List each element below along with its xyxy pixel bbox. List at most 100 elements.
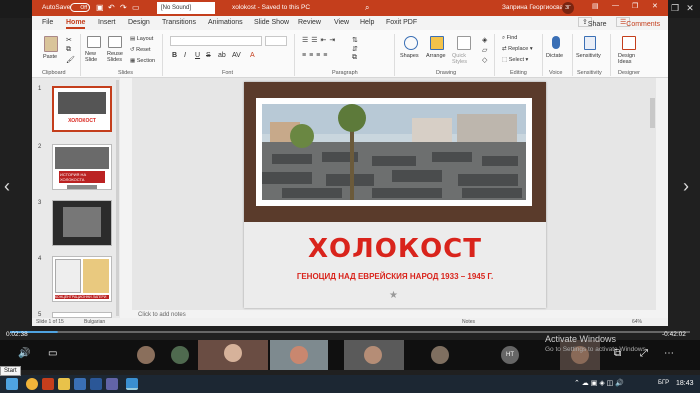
participant-tile [426, 340, 454, 370]
windows-start-icon[interactable] [6, 378, 18, 390]
select-button[interactable]: ⬚ Select ▾ [502, 57, 528, 63]
tab-view[interactable]: View [334, 19, 349, 26]
paste-icon[interactable] [44, 36, 58, 52]
smartart-icon[interactable]: ⧉ [352, 54, 357, 62]
bold-button[interactable]: B [172, 52, 177, 59]
design-ideas-label[interactable]: Design Ideas [618, 53, 642, 65]
autosave-toggle[interactable]: Off [70, 3, 90, 12]
tab-home[interactable]: Home [66, 19, 86, 29]
sensitivity-icon[interactable] [584, 36, 596, 50]
italic-button[interactable]: I [184, 52, 186, 59]
shapes-icon[interactable] [404, 36, 418, 50]
next-arrow-icon[interactable]: › [683, 176, 689, 197]
list-buttons[interactable]: ☰☰⇤⇥ [302, 36, 338, 44]
reset-button[interactable]: ↺ Reset [130, 47, 151, 53]
quick-styles-label[interactable]: Quick Styles [452, 53, 478, 65]
tab-file[interactable]: File [42, 19, 53, 26]
present-icon[interactable]: ▭ [132, 3, 140, 12]
strikethrough-button[interactable]: S [206, 52, 211, 59]
tab-foxit-pdf[interactable]: Foxit PDF [386, 19, 417, 26]
teams-icon[interactable] [106, 378, 118, 390]
tab-design[interactable]: Design [128, 19, 150, 26]
design-ideas-icon[interactable] [622, 36, 636, 50]
slide-subtitle[interactable]: ГЕНОЦИД НАД ЕВРЕЙСКИЯ НАРОД 1933 – 1945 … [244, 272, 546, 281]
layout-button[interactable]: ▤ Layout [130, 36, 153, 42]
tab-transitions[interactable]: Transitions [162, 19, 196, 26]
thumbnail-slide-4[interactable]: КОНЦЕНТРАЦИОННИ ЛАГЕРИ [52, 256, 112, 302]
tab-slide-show[interactable]: Slide Show [254, 19, 289, 26]
user-avatar[interactable]: ЗГ [562, 2, 574, 14]
slide-title[interactable]: ХОЛОКОСТ [244, 234, 546, 264]
char-spacing-button[interactable]: AV [232, 52, 241, 59]
more-icon[interactable]: ⋯ [664, 348, 674, 359]
font-size-box[interactable] [265, 36, 287, 46]
font-color-icon[interactable]: A [250, 52, 255, 59]
outlook-icon[interactable] [74, 378, 86, 390]
thumbnail-slide-3[interactable] [52, 200, 112, 246]
shape-fill-icon[interactable]: ◈ [482, 36, 487, 44]
dictate-label[interactable]: Dictate [546, 53, 563, 59]
thumbnail-slide-1[interactable]: ХОЛОКОСТ [52, 86, 112, 132]
new-slide-label[interactable]: New Slide [85, 51, 107, 63]
arrange-label[interactable]: Arrange [426, 53, 446, 59]
cut-icon[interactable]: ✂ [66, 36, 72, 44]
underline-button[interactable]: U [195, 52, 200, 59]
align-buttons[interactable]: ≡≡≡≡ [302, 52, 330, 59]
thumb-scrollbar[interactable] [116, 80, 119, 316]
tab-insert[interactable]: Insert [98, 19, 116, 26]
microphone-icon[interactable] [552, 36, 560, 49]
close-icon[interactable]: ✕ [685, 3, 695, 13]
thumbnail-slide-2[interactable]: ИСТОРИЯ НА ХОЛОКОСТА [52, 144, 112, 190]
shape-outline-icon[interactable]: ▱ [482, 46, 487, 54]
participant-video [344, 340, 404, 370]
video-progress[interactable] [0, 321, 700, 333]
section-button[interactable]: ▦ Section [130, 58, 155, 64]
new-slide-icon[interactable] [87, 36, 101, 48]
comments-button[interactable]: ☰ Comments [616, 17, 660, 28]
shadow-button[interactable]: ab [218, 52, 226, 59]
window-restore-icon[interactable]: ❐ [632, 2, 638, 10]
copy-icon[interactable]: ⧉ [66, 46, 71, 54]
file-explorer-icon[interactable] [58, 378, 70, 390]
title-bar: AutoSave Off ▣ ↶ ↷ ▭ [No Sound] xolokost… [32, 0, 668, 16]
replace-button[interactable]: ⇄ Replace ▾ [502, 46, 533, 52]
text-direction-icon[interactable]: ⇅ [352, 36, 358, 44]
reuse-slides-label[interactable]: Reuse Slides [107, 51, 129, 63]
find-button[interactable]: ⌕ Find [502, 35, 517, 42]
reuse-slides-icon[interactable] [108, 36, 122, 48]
sound-select[interactable]: [No Sound] [157, 2, 215, 14]
input-language[interactable]: БГР [658, 380, 669, 386]
align-text-icon[interactable]: ⇵ [352, 45, 358, 53]
tab-animations[interactable]: Animations [208, 19, 243, 26]
tab-review[interactable]: Review [298, 19, 321, 26]
search-icon[interactable]: ⌕ [365, 3, 369, 13]
media-player-icon[interactable] [126, 378, 138, 390]
sensitivity-label[interactable]: Sensitivity [576, 53, 601, 59]
share-button[interactable]: ⇪ Share [578, 17, 607, 28]
tray-icons[interactable]: ⌃ ☁ ▣ ◈ ◫ 🔊 [574, 379, 624, 387]
shapes-label[interactable]: Shapes [400, 53, 419, 59]
redo-icon[interactable]: ↷ [120, 3, 127, 12]
group-designer-label: Designer [618, 70, 641, 76]
volume-icon[interactable]: 🔊 [18, 348, 30, 359]
word-icon[interactable] [90, 378, 102, 390]
chrome-icon[interactable] [26, 378, 38, 390]
clock[interactable]: 18:43 [676, 380, 694, 387]
arrange-icon[interactable] [430, 36, 444, 50]
shape-effects-icon[interactable]: ◇ [482, 56, 487, 64]
window-minimize-icon[interactable]: — [612, 2, 619, 9]
window-close-icon[interactable]: ✕ [652, 2, 658, 10]
edit-scrollbar[interactable] [650, 98, 655, 128]
tab-help[interactable]: Help [360, 19, 374, 26]
undo-icon[interactable]: ↶ [108, 3, 115, 12]
quick-styles-icon[interactable] [457, 36, 471, 50]
previous-arrow-icon[interactable]: ‹ [4, 176, 10, 197]
powerpoint-icon[interactable] [42, 378, 54, 390]
format-painter-icon[interactable]: 🖌 [66, 56, 75, 64]
font-name-box[interactable] [170, 36, 262, 46]
save-icon[interactable]: ▣ [96, 3, 104, 12]
restore-icon[interactable]: ❐ [670, 3, 680, 13]
ribbon-display-icon[interactable]: ▤ [592, 2, 599, 10]
captions-icon[interactable]: ▭ [48, 348, 57, 359]
slide-canvas[interactable]: ХОЛОКОСТ ГЕНОЦИД НАД ЕВРЕЙСКИЯ НАРОД 193… [244, 82, 546, 308]
